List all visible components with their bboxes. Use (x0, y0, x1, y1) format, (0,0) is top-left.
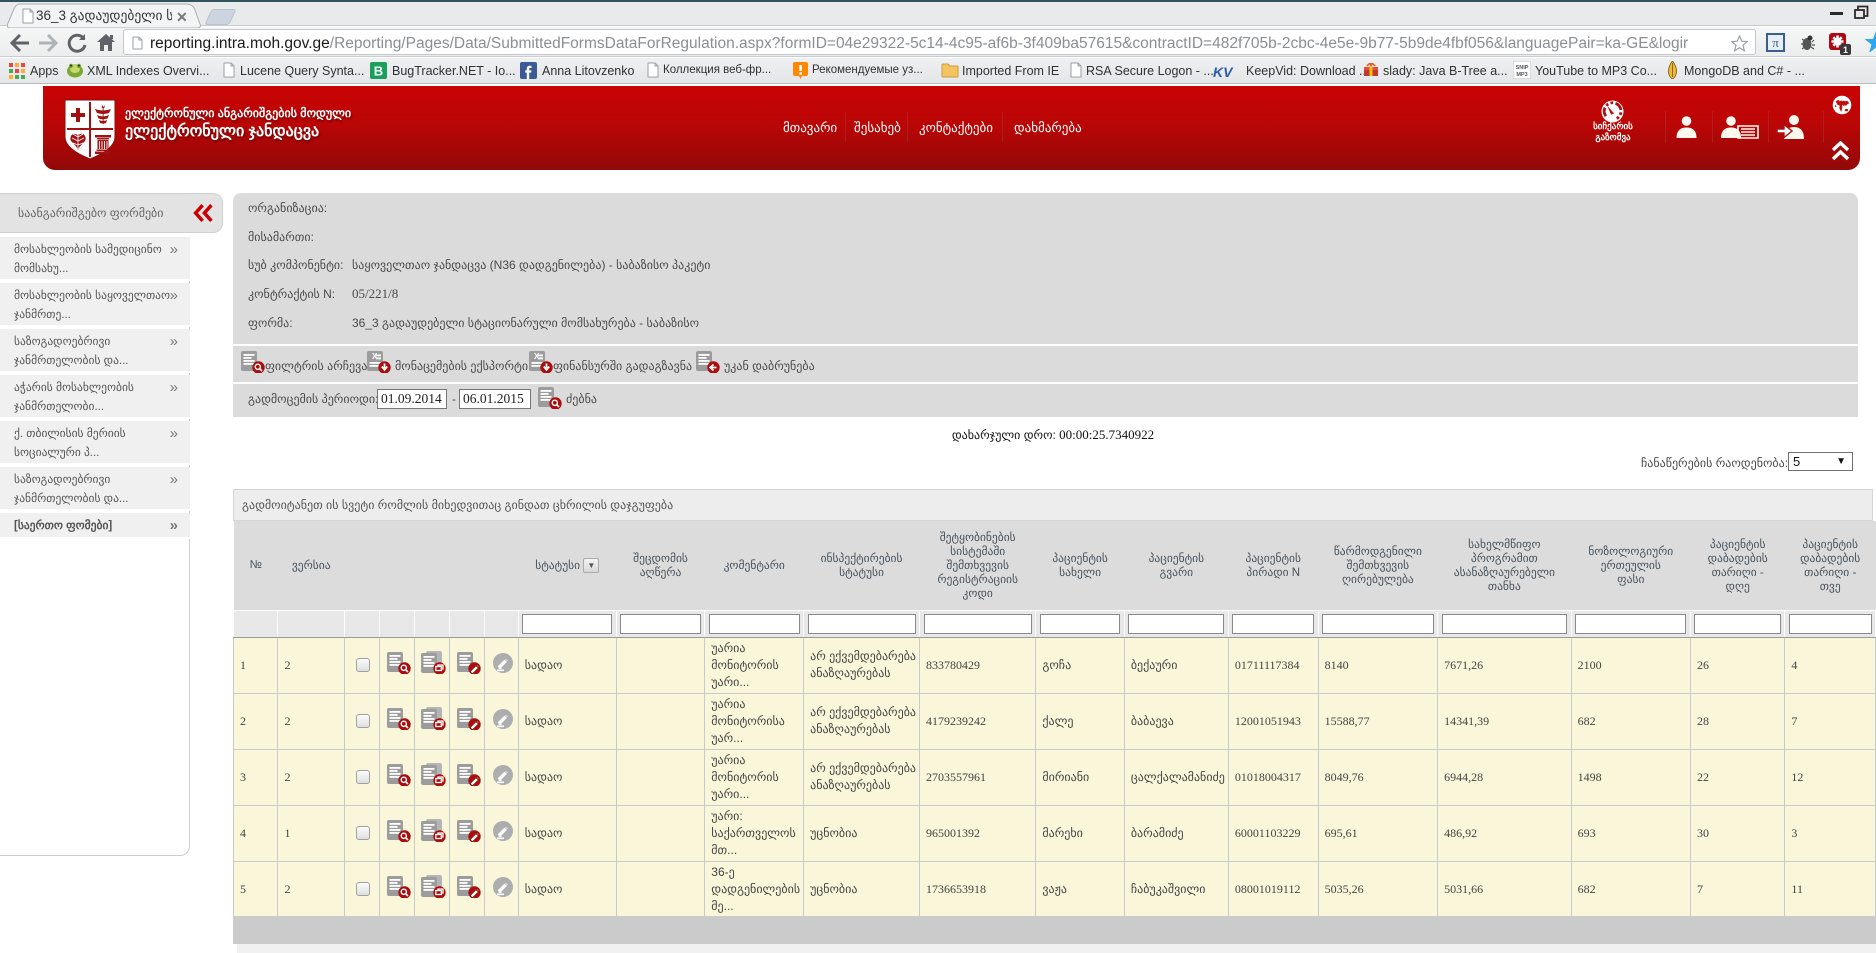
svg-text:B: B (374, 64, 383, 79)
svg-text:MP3: MP3 (1516, 72, 1527, 78)
svg-text:X: X (534, 352, 540, 361)
svg-text:X: X (372, 352, 378, 361)
svg-text:π: π (1772, 35, 1779, 50)
svg-text:SNIP: SNIP (1516, 65, 1529, 71)
svg-text:1: 1 (1843, 45, 1848, 55)
